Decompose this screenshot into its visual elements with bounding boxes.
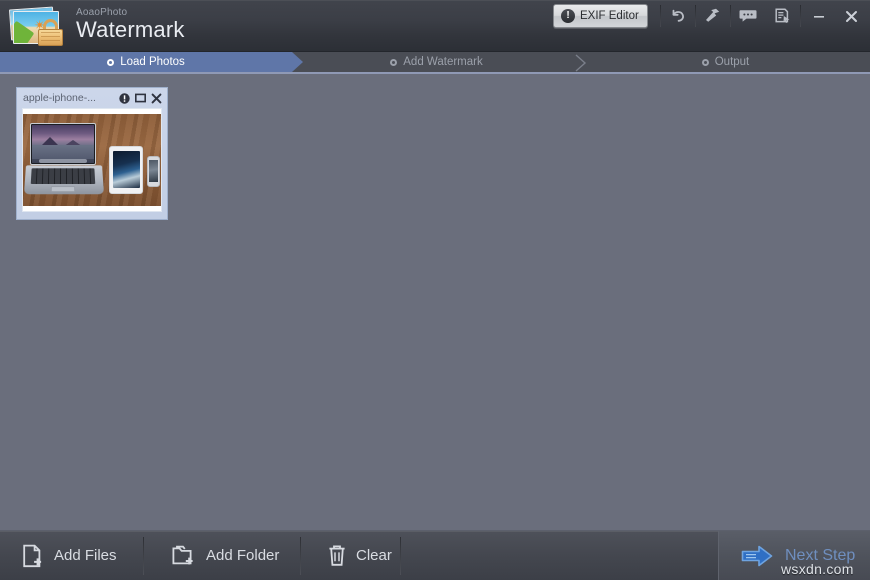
step-load-photos[interactable]: Load Photos [0,52,303,72]
step-add-watermark-label: Add Watermark [403,56,483,68]
list-item[interactable]: apple-iphone-... [16,87,168,220]
bottom-toolbar: Add Files Add Folder Clear Next Step [0,531,870,580]
step-bullet-icon [701,58,709,66]
application-window: AoaoPhoto Watermark ! EXIF Editor Load P… [0,0,870,580]
app-brand: AoaoPhoto Watermark [76,7,185,43]
step-add-watermark[interactable]: Add Watermark [292,52,581,72]
feedback-bubble-icon[interactable] [731,4,765,28]
next-step-label: Next Step [785,546,856,564]
photo-devices-on-desk [23,114,161,206]
wallpaper-lake [32,145,94,159]
wrench-icon[interactable] [696,4,730,28]
exif-editor-label: EXIF Editor [580,10,639,22]
add-files-button[interactable]: Add Files [8,531,131,580]
title-bar: AoaoPhoto Watermark ! EXIF Editor [0,0,870,52]
padlock-body [38,29,63,46]
minimize-button[interactable] [806,4,832,28]
ipad-device [109,146,143,194]
toolbar-divider [800,5,801,27]
clear-label: Clear [356,547,392,564]
add-files-label: Add Files [54,547,117,564]
thumbnail-image [22,108,162,212]
photo-list-canvas[interactable]: apple-iphone-... [0,76,870,531]
step-bullet-icon [107,58,115,66]
info-icon[interactable] [117,91,131,105]
padlock-icon [38,19,63,46]
exif-editor-button[interactable]: ! EXIF Editor [553,4,648,28]
step-bullet-icon [390,58,398,66]
toolbar-divider [400,537,401,575]
thumbnail-header: apple-iphone-... [17,88,167,108]
clear-button[interactable]: Clear [313,531,406,580]
remove-close-icon[interactable] [149,91,163,105]
macbook-screen [30,123,96,165]
thumbnail-filename: apple-iphone-... [23,92,96,104]
step-load-photos-label: Load Photos [120,56,185,68]
macbook-keyboard [30,168,96,185]
step-output[interactable]: Output [581,52,870,72]
toolbar-divider [300,537,301,575]
macbook-trackpad [50,186,76,193]
preview-maximize-icon[interactable] [133,91,147,105]
brand-title: Watermark [76,17,185,42]
iphone-screen [149,160,158,182]
exclamation-circle-icon: ! [561,9,575,23]
register-document-icon[interactable] [765,4,799,28]
close-button[interactable] [838,4,864,28]
arrow-right-icon [741,545,773,566]
macbook-dock [39,159,87,163]
macbook-base [23,165,105,195]
step-navigation: Load Photos Add Watermark Output [0,52,870,74]
step-output-label: Output [714,56,750,68]
add-folder-button[interactable]: Add Folder [158,531,293,580]
app-logo [8,5,70,47]
iphone-device [147,156,160,187]
undo-icon[interactable] [661,4,695,28]
add-folder-label: Add Folder [206,547,280,564]
next-step-button[interactable]: Next Step [718,531,870,580]
ipad-screen [112,151,140,188]
toolbar-divider [143,537,144,575]
